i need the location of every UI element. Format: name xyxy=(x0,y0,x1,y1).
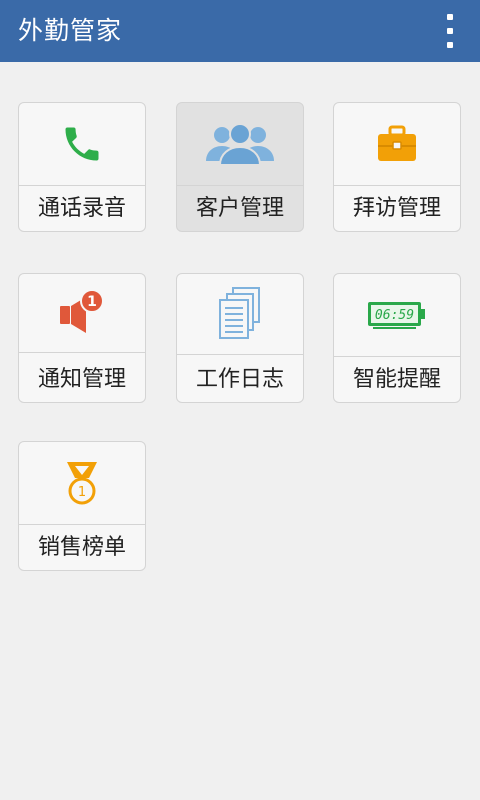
medal-rank: 1 xyxy=(78,485,86,500)
tile-icon-area xyxy=(177,274,303,355)
tile-icon-area xyxy=(19,103,145,186)
tile-label: 通知管理 xyxy=(37,367,126,392)
tile-label: 通话录音 xyxy=(37,196,126,221)
app-title: 外勤管家 xyxy=(18,16,123,45)
tile-label: 客户管理 xyxy=(195,196,284,221)
tile-label: 销售榜单 xyxy=(37,535,126,560)
menu-dot xyxy=(447,28,453,34)
phone-icon xyxy=(65,127,99,161)
menu-dot xyxy=(447,42,453,48)
overflow-menu-icon[interactable] xyxy=(440,12,460,50)
tile-call-recording[interactable]: 通话录音 xyxy=(18,102,146,232)
tile-icon-area xyxy=(334,103,460,186)
customers-icon xyxy=(206,123,274,166)
tile-icon-area: 06:59 xyxy=(334,274,460,357)
tile-visit-management[interactable]: 拜访管理 xyxy=(333,102,461,232)
tile-label: 拜访管理 xyxy=(352,196,441,221)
notification-badge: 1 xyxy=(87,294,97,310)
tile-icon-area: 1 xyxy=(19,274,145,353)
tile-smart-reminder[interactable]: 06:59 智能提醒 xyxy=(333,273,461,403)
briefcase-icon xyxy=(378,125,416,161)
menu-dot xyxy=(447,14,453,20)
documents-icon xyxy=(219,287,260,339)
app-bar: 外勤管家 xyxy=(0,0,480,62)
tile-label: 工作日志 xyxy=(195,367,284,392)
tile-icon-area xyxy=(177,103,303,186)
tile-label: 智能提醒 xyxy=(352,367,441,392)
megaphone-icon: 1 xyxy=(60,289,104,333)
tile-sales-ranking[interactable]: 1 销售榜单 xyxy=(18,441,146,571)
tile-customer-management[interactable]: 客户管理 xyxy=(176,102,304,232)
medal-icon: 1 xyxy=(67,462,97,505)
tile-icon-area: 1 xyxy=(19,442,145,525)
clock-time: 06:59 xyxy=(375,308,414,323)
tile-notification-management[interactable]: 1 通知管理 xyxy=(18,273,146,403)
digital-clock-icon: 06:59 xyxy=(368,302,425,329)
tile-work-log[interactable]: 工作日志 xyxy=(176,273,304,403)
